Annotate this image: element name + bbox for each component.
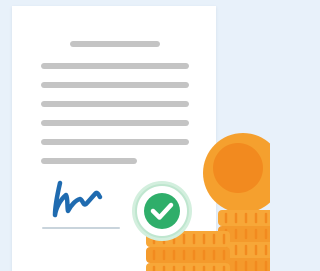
- handwritten-signature-icon: [52, 180, 103, 218]
- checkmark-badge-icon: [132, 181, 192, 241]
- illustration-art: [52, 133, 270, 271]
- standing-coin-icon: [203, 133, 270, 213]
- illustration-canvas: [0, 0, 270, 271]
